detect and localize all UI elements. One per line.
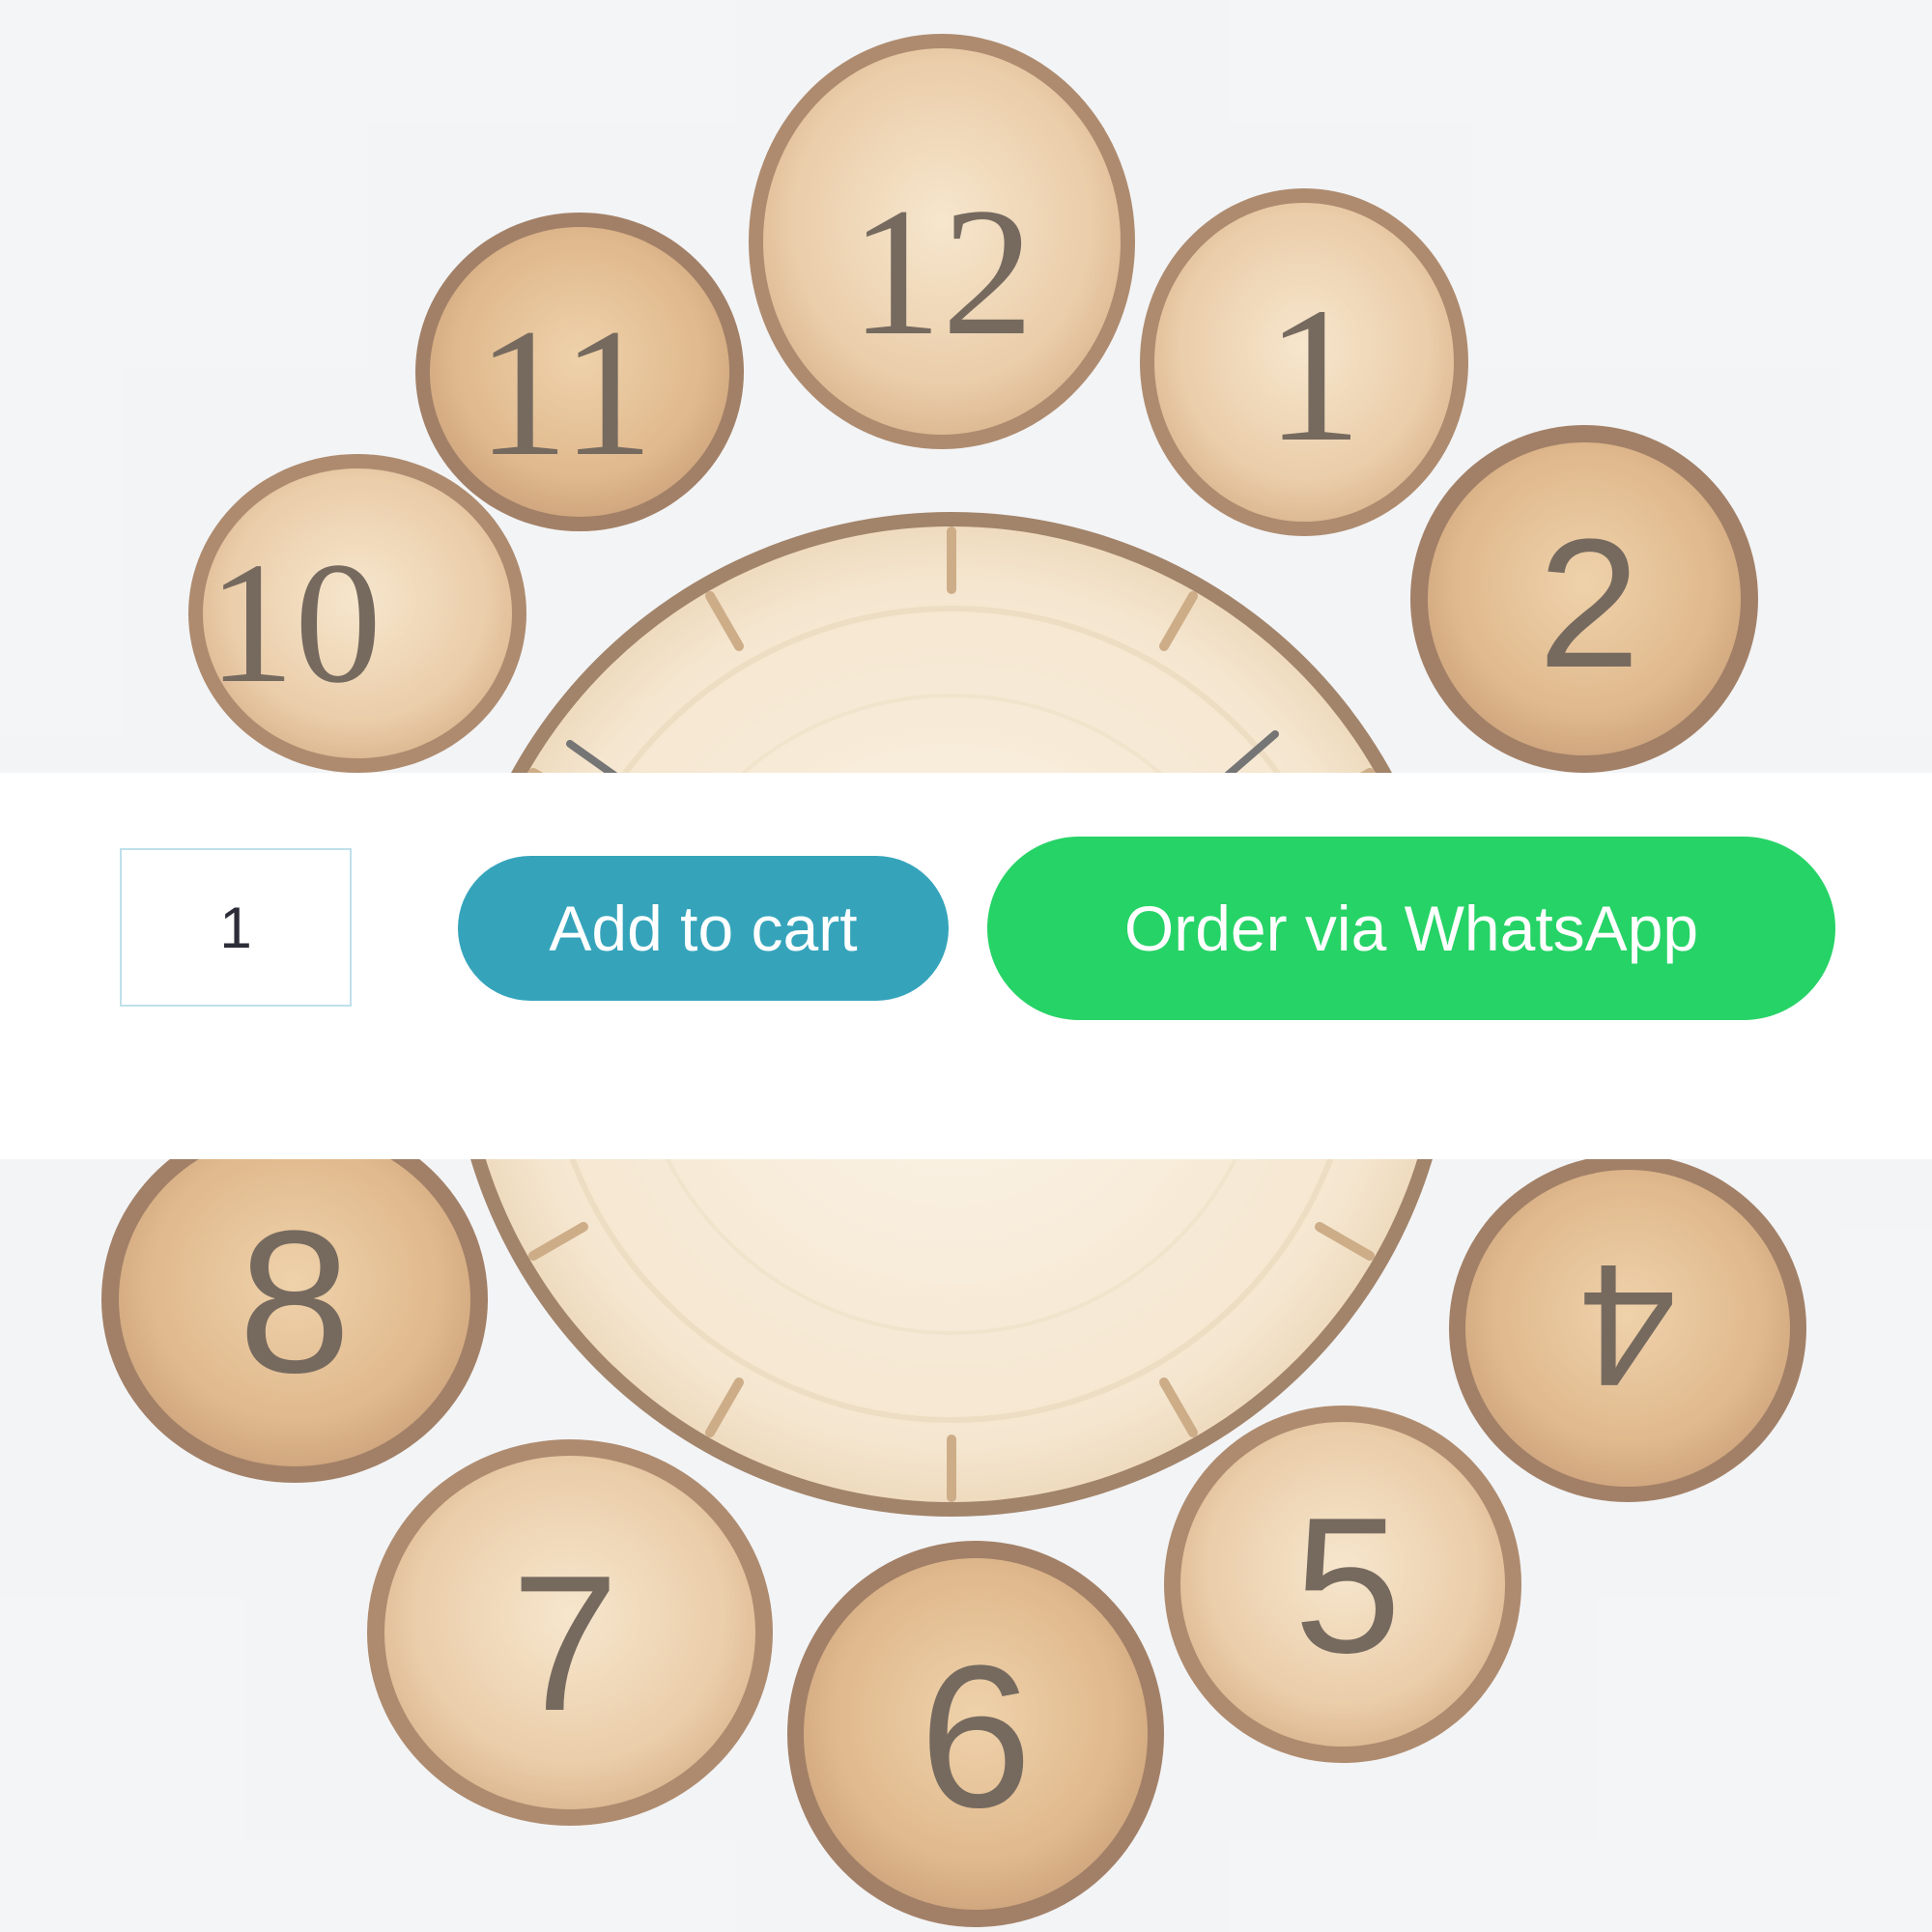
- hour-label-8: 8: [239, 1188, 352, 1415]
- log-slice-11: 11: [415, 213, 744, 531]
- log-slice-6: 6: [787, 1541, 1164, 1927]
- hour-label-5: 5: [1293, 1478, 1401, 1693]
- log-slice-5: 5: [1164, 1406, 1521, 1763]
- hour-label-2: 2: [1538, 501, 1640, 706]
- log-slice-7: 7: [367, 1439, 773, 1826]
- hour-label-6: 6: [920, 1623, 1033, 1850]
- log-slice-8: 8: [101, 1116, 488, 1483]
- order-via-whatsapp-label: Order via WhatsApp: [1123, 893, 1699, 964]
- hour-label-4: 4: [1579, 1228, 1676, 1422]
- product-page: 12 1 2 3 4 5 6: [0, 0, 1932, 1932]
- hour-label-10: 10: [208, 526, 382, 719]
- log-slice-2: 2: [1410, 425, 1758, 773]
- add-to-cart-button[interactable]: Add to cart: [458, 856, 949, 1001]
- log-slice-12: 12: [749, 34, 1135, 449]
- hour-label-11: 11: [477, 292, 654, 495]
- log-slice-1: 1: [1140, 188, 1468, 536]
- log-slice-4: 4: [1449, 1154, 1806, 1502]
- hour-label-7: 7: [511, 1536, 618, 1751]
- quantity-input[interactable]: [120, 848, 352, 1007]
- hour-label-1: 1: [1265, 269, 1362, 482]
- log-slice-10: 10: [188, 454, 526, 773]
- hour-label-12: 12: [850, 171, 1034, 374]
- add-to-cart-label: Add to cart: [549, 893, 858, 964]
- order-via-whatsapp-button[interactable]: Order via WhatsApp: [987, 837, 1835, 1020]
